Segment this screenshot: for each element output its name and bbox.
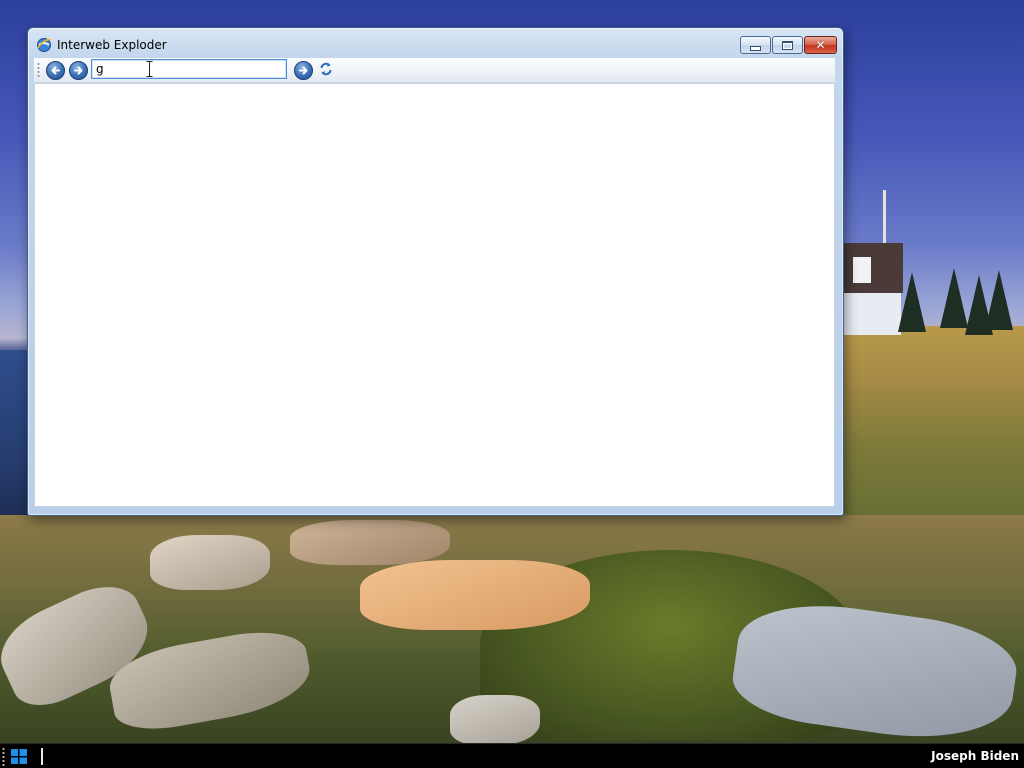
maximize-button[interactable] xyxy=(772,36,803,54)
minimize-icon xyxy=(750,45,761,51)
minimize-button[interactable] xyxy=(740,36,771,54)
browser-window[interactable]: Interweb Exploder ✕ xyxy=(27,27,844,516)
text-cursor-icon xyxy=(146,61,153,77)
window-title: Interweb Exploder xyxy=(57,38,167,52)
maximize-icon xyxy=(782,40,793,50)
wallpaper-tree xyxy=(985,270,1013,330)
wallpaper-rock xyxy=(290,520,450,565)
wallpaper-hill xyxy=(840,326,1024,546)
back-arrow-icon xyxy=(51,66,60,75)
navigation-toolbar xyxy=(34,58,835,83)
taskbar: Joseph Biden xyxy=(0,743,1024,768)
toolbar-grip[interactable] xyxy=(37,62,40,78)
taskbar-grip[interactable] xyxy=(2,747,5,766)
wallpaper-rock xyxy=(150,535,270,590)
wallpaper-house xyxy=(843,243,903,335)
forward-button[interactable] xyxy=(69,61,88,80)
address-bar-input[interactable] xyxy=(91,59,287,79)
window-titlebar[interactable]: Interweb Exploder ✕ xyxy=(28,28,843,58)
wallpaper-tree xyxy=(898,272,926,332)
go-arrow-icon xyxy=(299,66,308,75)
back-button[interactable] xyxy=(46,61,65,80)
wallpaper-rock xyxy=(360,560,590,630)
refresh-icon[interactable] xyxy=(318,61,334,77)
close-icon: ✕ xyxy=(815,38,826,52)
taskbar-separator xyxy=(41,748,43,765)
windows-logo-icon[interactable] xyxy=(10,748,28,765)
desktop: Interweb Exploder ✕ g Joseph Biden xyxy=(0,0,1024,768)
forward-arrow-icon xyxy=(74,66,83,75)
window-controls: ✕ xyxy=(739,36,837,54)
page-content-area[interactable] xyxy=(34,83,835,507)
go-button[interactable] xyxy=(294,61,313,80)
wallpaper-rock xyxy=(450,695,540,745)
wallpaper-tree xyxy=(940,268,968,328)
close-button[interactable]: ✕ xyxy=(804,36,837,54)
browser-logo-icon xyxy=(37,38,52,52)
user-name: Joseph Biden xyxy=(931,749,1019,763)
